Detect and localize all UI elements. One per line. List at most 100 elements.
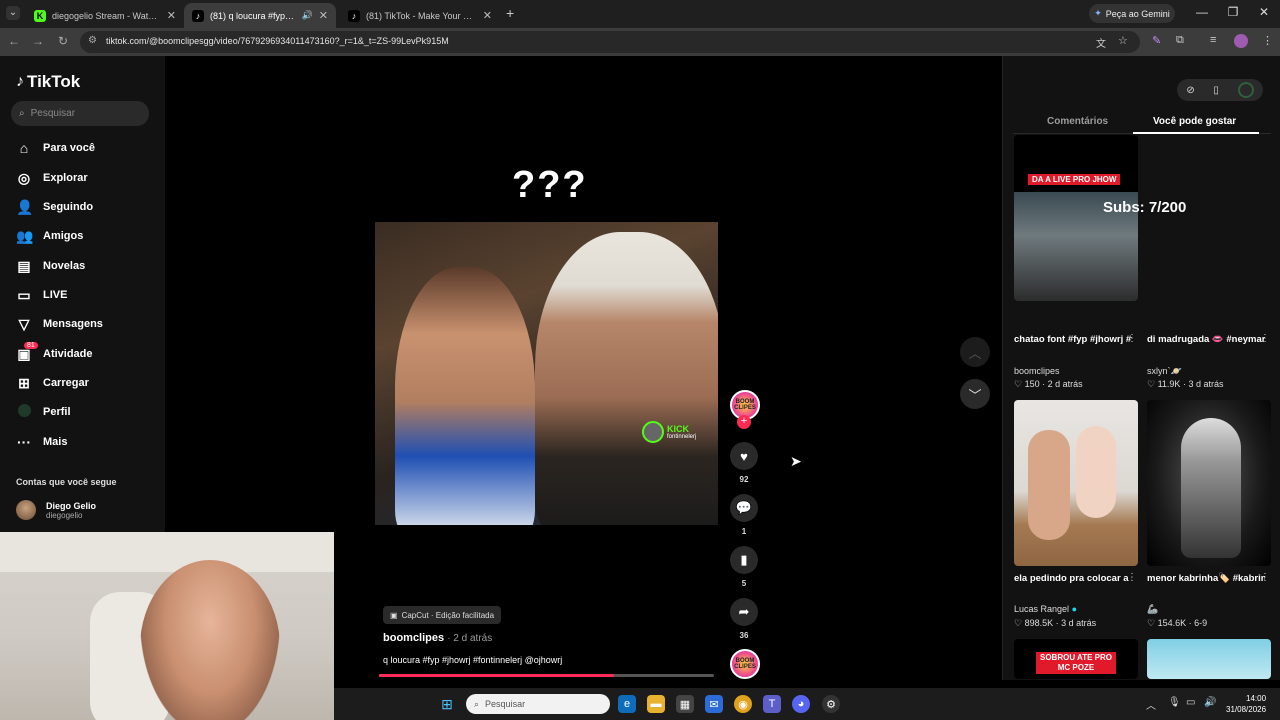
phone-icon[interactable]: ▯	[1213, 85, 1219, 96]
profile-avatar[interactable]	[1234, 34, 1248, 48]
next-video-button[interactable]: ﹀	[960, 379, 990, 409]
tab-comentarios[interactable]: Comentários	[1047, 116, 1108, 127]
nav-seguindo[interactable]: 👤 Seguindo	[16, 196, 93, 218]
reload-icon[interactable]: ↻	[55, 34, 71, 48]
tiktok-logo[interactable]: ♪ TikTok	[16, 72, 80, 92]
app-icon[interactable]: ⚙	[822, 695, 840, 713]
new-tab-button[interactable]: +	[506, 5, 514, 21]
more-options-icon[interactable]: ⋮	[1127, 333, 1137, 344]
nav-label: Seguindo	[43, 201, 94, 213]
thumb-baby	[1076, 426, 1116, 518]
network-icon[interactable]: ▭	[1186, 697, 1195, 708]
nav-para-voce[interactable]: ⌂ Para você	[16, 137, 95, 159]
edge-icon[interactable]: e	[618, 695, 636, 713]
close-window-button[interactable]: ✕	[1254, 5, 1274, 19]
store-icon[interactable]: ▦	[676, 695, 694, 713]
translate-icon[interactable]: 文	[1096, 35, 1106, 50]
chrome-menu-icon[interactable]: ⋮	[1262, 34, 1273, 47]
discord-icon[interactable]: ◕	[792, 695, 810, 713]
suggested-video-author[interactable]: Lucas Rangel ●	[1014, 604, 1077, 614]
save-button[interactable]: ▮ 5	[730, 546, 758, 588]
audio-icon[interactable]: 🔊	[302, 10, 313, 21]
sound-avatar-button[interactable]: BOOM CLIPES	[730, 649, 760, 679]
video-title-overlay: ???	[512, 164, 588, 206]
mail-icon[interactable]: ✉	[705, 695, 723, 713]
file-explorer-icon[interactable]: ▬	[647, 695, 665, 713]
tab-kick-stream[interactable]: K diegogelio Stream - Watch Live ✕	[26, 3, 184, 28]
minimize-button[interactable]: —	[1192, 5, 1212, 19]
more-options-icon[interactable]: ⋮	[1260, 572, 1270, 583]
suggested-video-title[interactable]: ela pedindo pra colocar a música no fina…	[1014, 571, 1132, 586]
chrome-icon[interactable]: ◉	[734, 695, 752, 713]
more-options-icon[interactable]: ⋮	[1127, 572, 1137, 583]
tray-chevron-icon[interactable]: ︿	[1146, 697, 1156, 712]
nav-label: Amigos	[43, 230, 84, 242]
nav-explorar[interactable]: ◎ Explorar	[16, 167, 88, 189]
suggested-video-title[interactable]: chatao font #fyp #jhowrj #fontinnelerj..…	[1014, 332, 1132, 347]
maximize-button[interactable]: ❐	[1223, 5, 1243, 19]
thumb-overlay-label: DA A LIVE PRO JHOW	[1028, 174, 1121, 185]
tab-tiktok-video[interactable]: ♪ (81) q loucura #fyp #jhowrj 🔊 ✕	[184, 3, 336, 28]
search-input[interactable]	[30, 108, 131, 119]
back-icon[interactable]: ←	[6, 34, 22, 48]
search-box[interactable]: ⌕	[11, 101, 149, 126]
nav-label: Explorar	[43, 172, 88, 184]
gemini-icon: ✦	[1094, 8, 1102, 18]
comment-button[interactable]: 💬 1	[730, 494, 758, 536]
windows-start-icon[interactable]: ⊞	[438, 695, 456, 713]
gemini-button[interactable]: ✦ Peça ao Gemini	[1089, 4, 1175, 23]
tab-voce-pode-gostar[interactable]: Você pode gostar	[1153, 116, 1236, 127]
creator-name[interactable]: boomclipes	[383, 632, 444, 644]
like-button[interactable]: ♥ 92	[730, 442, 758, 484]
nav-mais[interactable]: ··· Mais	[16, 431, 67, 453]
address-bar[interactable]: ⚙ tiktok.com/@boomclipesgg/video/7679296…	[80, 31, 1140, 53]
taskbar-search[interactable]: ⌕ Pesquisar	[466, 694, 610, 714]
record-ring-icon[interactable]	[1237, 82, 1254, 98]
nav-carregar[interactable]: ⊞ Carregar	[16, 372, 89, 394]
close-tab-icon[interactable]: ✕	[167, 9, 176, 22]
capcut-badge[interactable]: ▣ CapCut · Edição facilitada	[383, 606, 502, 624]
tab-search-button[interactable]: ⌄	[6, 6, 20, 20]
suggested-video-thumb[interactable]	[1147, 400, 1271, 566]
suggested-video-thumb[interactable]	[1014, 135, 1138, 301]
share-count: 36	[739, 631, 749, 640]
nav-amigos[interactable]: 👥 Amigos	[16, 225, 83, 247]
teams-icon[interactable]: T	[763, 695, 781, 713]
bookmark-star-icon[interactable]: ☆	[1118, 34, 1128, 47]
likes-count: 150	[1024, 379, 1040, 389]
previous-video-button[interactable]: ︿	[960, 337, 990, 367]
suggested-video-author[interactable]: boomclipes	[1014, 366, 1060, 376]
author-name: Lucas Rangel	[1014, 604, 1070, 614]
video-progress-bar[interactable]	[379, 674, 714, 677]
share-button[interactable]: ➦ 36	[730, 598, 758, 640]
tab-tiktok-home[interactable]: ♪ (81) TikTok - Make Your Day ✕	[340, 3, 500, 28]
suggested-video-thumb[interactable]	[1147, 639, 1271, 679]
following-account-item[interactable]: Diego Gelio diegogelio	[16, 500, 96, 520]
nav-live[interactable]: ▭ LIVE	[16, 284, 67, 306]
nav-mensagens[interactable]: ▽ Mensagens	[16, 313, 103, 335]
following-account-handle: diegogelio	[46, 510, 83, 520]
taskbar-clock[interactable]: 14:00 31/08/2026	[1226, 693, 1266, 715]
follow-plus-button[interactable]: +	[737, 415, 751, 429]
suggested-video-thumb[interactable]	[1014, 400, 1138, 566]
site-info-icon[interactable]: ⚙	[88, 35, 97, 46]
sound-avatar: BOOM CLIPES	[730, 649, 760, 679]
suggested-video-author[interactable]: 🦾	[1147, 604, 1158, 615]
close-tab-icon[interactable]: ✕	[319, 9, 328, 22]
extensions-icon[interactable]: ⧉	[1176, 34, 1184, 47]
microphone-icon[interactable]: 🎙	[1168, 697, 1181, 708]
close-tab-icon[interactable]: ✕	[483, 9, 492, 22]
suggested-video-title[interactable]: di madrugada 👄 #neymar #neymarjr...	[1147, 332, 1265, 347]
suggested-video-author[interactable]: sxlyn`🪐	[1147, 366, 1182, 377]
nav-perfil[interactable]: Perfil	[16, 401, 71, 423]
forward-icon[interactable]: →	[30, 34, 46, 48]
suggested-video-title[interactable]: menor kabrinha🏷️ #kabrinha #drake #fy...	[1147, 571, 1265, 586]
video-player[interactable]: KICK fontinnelerj	[375, 222, 718, 525]
more-options-icon[interactable]: ⋮	[1260, 333, 1270, 344]
compass-icon[interactable]: ⊘	[1186, 85, 1194, 96]
nav-novelas[interactable]: ▤ Novelas	[16, 255, 85, 277]
thumb-person	[1028, 430, 1070, 540]
volume-icon[interactable]: 🔊	[1204, 697, 1216, 708]
extension-pen-icon[interactable]: ✎	[1152, 34, 1161, 47]
media-control-icon[interactable]: ≡	[1210, 34, 1216, 46]
